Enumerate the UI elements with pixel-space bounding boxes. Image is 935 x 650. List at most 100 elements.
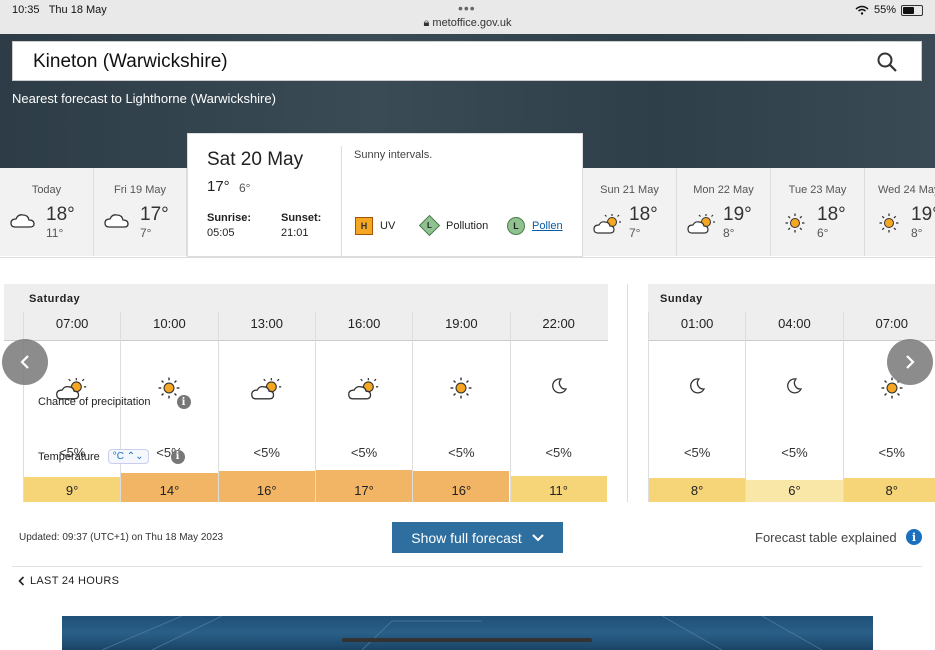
home-indicator [342,638,592,642]
selected-day-panel[interactable]: Sat 20 May 17° 6° Sunrise: 05:05 Sunset:… [187,133,583,258]
day-low: 11° [46,226,64,240]
clear-night-icon [511,377,607,395]
divider [341,146,342,258]
precip-value: <5% [448,445,475,460]
divider [12,566,922,567]
precip-row-label: Chance of precipitation i [38,395,191,409]
status-time: 10:35 Thu 18 May [12,4,107,16]
status-bar: 10:35 Thu 18 May ••• 🔒︎ metoffice.gov.uk… [0,0,935,34]
url-bar[interactable]: 🔒︎ metoffice.gov.uk [0,17,935,30]
pollen-link[interactable]: Pollen [532,220,563,232]
hour-column: 16:00 <5% 17° [314,312,413,502]
table-day-label: Saturday [29,293,81,305]
pollen-indicator[interactable]: L Pollen [507,217,563,235]
uv-indicator[interactable]: H UV [355,217,395,235]
table-day-label: Sunday [660,293,703,305]
tab-dots-icon[interactable]: ••• [458,0,476,16]
scroll-left-button[interactable] [2,339,48,385]
hour-time: 19:00 [445,316,478,331]
forecast-explained-link[interactable]: Forecast table explained [755,530,897,545]
temp-row-label: Temperature °C ⌃⌄ i [38,449,185,464]
hour-column: 13:00 <5% 16° [217,312,315,502]
hour-time: 04:00 [778,316,811,331]
precip-value: <5% [781,445,808,460]
precip-value: <5% [350,445,378,460]
cloudy-icon [104,214,129,228]
uv-label: UV [380,220,396,232]
uv-badge-icon: H [355,217,373,235]
hour-time: 22:00 [542,316,575,331]
temp-value: 16° [256,483,277,498]
hour-time: 13:00 [250,316,284,331]
day-name: Tue 23 May [788,184,847,196]
last-24-label: LAST 24 HOURS [30,575,120,587]
day-low: 6° [817,226,829,240]
info-icon[interactable]: i [176,395,191,409]
temp-value: 16° [451,483,472,498]
search-icon[interactable] [877,52,897,72]
hour-column: 07:00 <5% 8° [842,312,935,502]
day-low: 7° [629,226,641,240]
day-low: 8° [723,226,735,240]
day-tab-sun[interactable]: Sun 21 May 18° 7° [583,168,677,256]
temp-value: 9° [65,483,79,498]
precip-value: <5% [253,445,280,460]
sunny-intervals-icon [219,377,315,401]
location-search-input[interactable]: Kineton (Warwickshire) [12,41,922,81]
show-full-forecast-button[interactable]: Show full forecast [392,522,563,553]
day-tab-tue[interactable]: Tue 23 May 18° 6° [771,168,865,256]
day-name: Mon 22 May [693,184,754,196]
search-value[interactable]: Kineton (Warwickshire) [33,51,228,73]
chevron-right-icon [906,355,915,369]
info-icon[interactable]: i [906,529,922,545]
clear-night-icon [649,377,745,395]
pollen-badge-icon: L [507,217,525,235]
last-24-hours-link[interactable]: LAST 24 HOURS [18,575,119,587]
selected-low: 6° [239,181,251,195]
video-banner[interactable] [62,616,873,650]
unit-select[interactable]: °C ⌃⌄ [107,449,149,464]
selected-high: 17° [207,178,230,195]
day-tab-today[interactable]: Today 18° 11° [0,168,94,256]
day-tab-wed[interactable]: Wed 24 May 19° 8° [865,168,935,256]
hourly-table-sunday: Sunday 01:00 <5% 8° 04:00 <5% 6° 07:00 <5% 8° [648,284,935,502]
selected-date: Sat 20 May [207,149,304,170]
info-icon[interactable]: i [170,449,185,464]
pollution-label: Pollution [446,219,489,232]
day-name: Today [31,184,62,196]
day-high: 17° [140,204,169,225]
hour-column: 01:00 <5% 8° [648,312,746,502]
sunrise-time: 05:05 [207,227,235,239]
temp-value: 17° [354,483,374,498]
temp-label: Temperature [38,450,100,463]
hour-column: 04:00 <5% 6° [745,312,843,502]
sunny-icon [879,213,899,233]
pollution-badge-icon: L [418,214,441,237]
hour-time: 16:00 [347,316,381,331]
scroll-right-button[interactable] [887,339,933,385]
day-name: Wed 24 May [878,184,935,196]
day-high: 18° [817,204,846,225]
hourly-table-saturday: Saturday 07:00 <5% 9° 10:00 <5% 14° 13:00 <5% 16… [4,284,608,502]
precip-value: <5% [878,445,905,460]
day-tab-fri[interactable]: Fri 19 May 17° 7° [94,168,187,256]
hour-time: 07:00 [55,316,89,331]
temp-value: 8° [690,483,704,498]
status-right: 55% [855,4,923,16]
hour-column: 22:00 <5% 11° [509,312,607,502]
precip-value: <5% [545,445,572,460]
temp-value: 11° [549,483,568,498]
temp-value: 14° [159,483,180,498]
temp-value: 6° [788,483,801,498]
day-tab-mon[interactable]: Mon 22 May 19° 8° [677,168,771,256]
chevron-left-icon [18,576,25,586]
sunrise-label: Sunrise: [207,212,252,224]
sunny-icon [413,377,509,399]
day-high: 18° [46,204,75,225]
sunset-time: 21:01 [281,227,309,239]
day-divider [627,284,628,502]
sunny-icon [785,213,805,233]
battery-percent: 55% [873,4,896,16]
precip-label: Chance of precipitation [38,396,151,408]
pollution-indicator[interactable]: L Pollution [418,214,489,237]
